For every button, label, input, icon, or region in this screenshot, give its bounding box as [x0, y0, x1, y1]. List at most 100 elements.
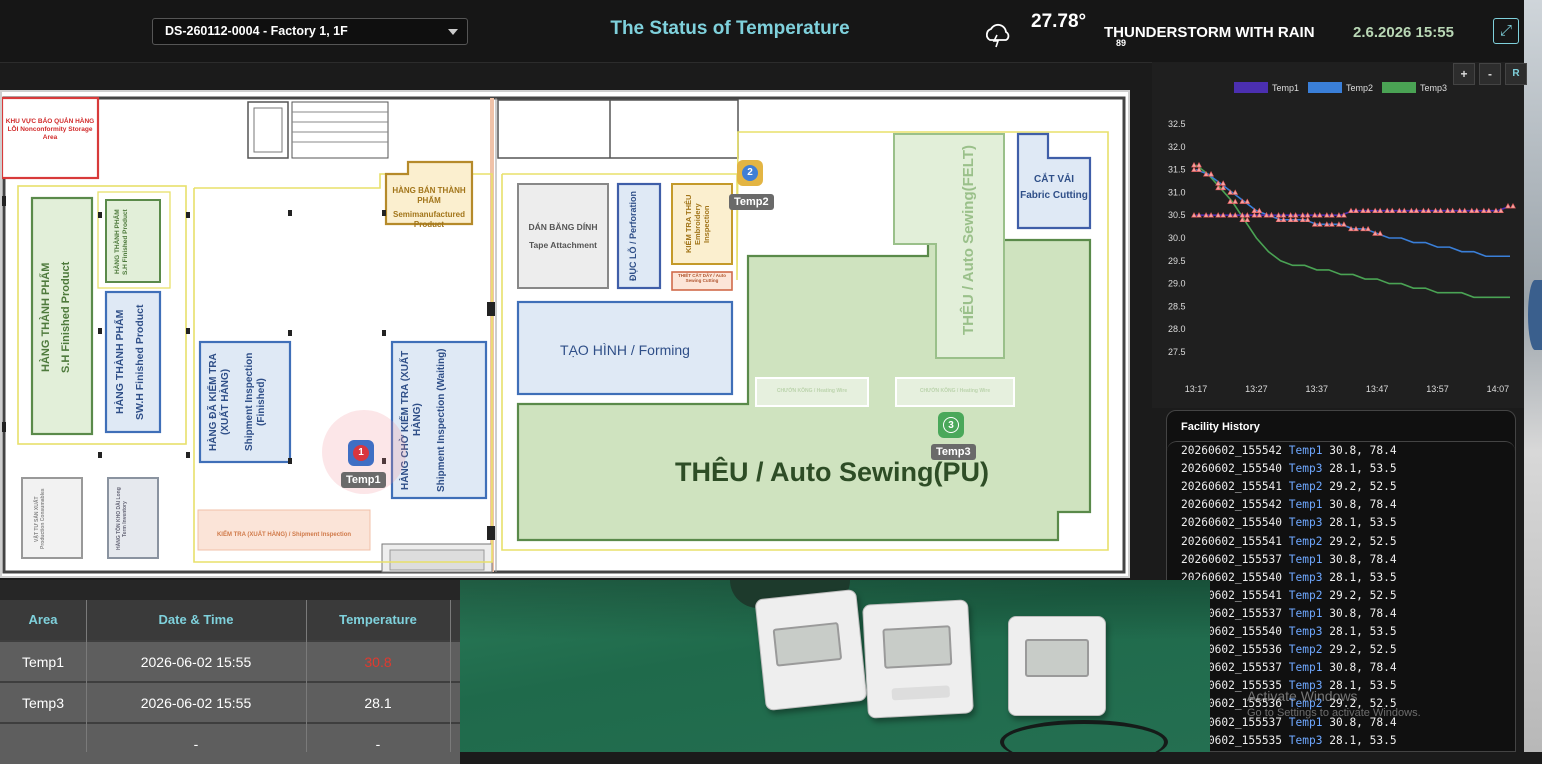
- area-sh-finished-small: HÀNG THÀNH PHẨM S.H Finished Product: [114, 204, 154, 280]
- area-finished-left-vi: HÀNG THÀNH PHẨM: [40, 202, 60, 432]
- temp3-marker-number: 3: [943, 417, 959, 433]
- temp2-marker-label: Temp2: [729, 194, 774, 210]
- area-fabric-en: Fabric Cutting: [1018, 190, 1090, 202]
- data-point-temp3: [1192, 163, 1197, 167]
- y-tick-label: 30.5: [1168, 210, 1186, 220]
- area-waiting-en: Shipment Inspection (Waiting): [436, 348, 472, 492]
- x-tick-label: 13:27: [1245, 384, 1268, 394]
- zoom-in-button[interactable]: +: [1453, 63, 1475, 85]
- area-tape-vi: DÁN BĂNG DÍNH: [520, 222, 606, 232]
- sensor-device-1: [754, 589, 867, 711]
- camera-video-feed[interactable]: [460, 580, 1210, 752]
- area-shipment-inspection: KIỂM TRA (XUẤT HÀNG) / Shipment Inspecti…: [198, 532, 370, 539]
- column-divider: [306, 600, 307, 752]
- zoom-out-button[interactable]: -: [1479, 63, 1501, 85]
- table-row[interactable]: --: [0, 722, 460, 764]
- area-fabric-vi: CẮT VẢI: [1018, 174, 1090, 186]
- history-row: 20260602_155537 Temp1 30.8, 78.4: [1181, 661, 1397, 674]
- legend-swatch-temp1: [1234, 82, 1268, 93]
- temp1-marker[interactable]: 1: [348, 440, 374, 466]
- column-header-datetime: Date & Time: [86, 600, 306, 640]
- history-row-sensor: Temp1: [1289, 444, 1323, 457]
- x-tick-label: 13:37: [1306, 384, 1329, 394]
- activate-windows-watermark: Activate Windows: [1247, 688, 1357, 704]
- history-row: 20260602_155540 Temp3 28.1, 53.5: [1181, 571, 1397, 584]
- y-tick-label: 28.0: [1168, 324, 1186, 334]
- legend-swatch-temp2: [1308, 82, 1342, 93]
- history-row: 20260602_155535 Temp3 28.1, 53.5: [1181, 734, 1397, 747]
- zoom-reset-button[interactable]: R: [1505, 63, 1527, 85]
- temp3-marker[interactable]: 3: [938, 412, 964, 438]
- x-tick-label: 14:07: [1487, 384, 1510, 394]
- history-row-sensor: Temp3: [1289, 462, 1323, 475]
- y-tick-label: 31.5: [1168, 165, 1186, 175]
- area-embroidery: KIỂM TRA THÊU Embroidery Inspection: [684, 188, 720, 260]
- history-row: 20260602_155542 Temp1 30.8, 78.4: [1181, 444, 1397, 457]
- area-tape-en: Tape Attachment: [520, 240, 606, 250]
- y-tick-label: 27.5: [1168, 347, 1186, 357]
- data-point-temp3: [1233, 199, 1238, 203]
- area-sw-finished-vi: HÀNG THÀNH PHẨM: [114, 296, 134, 428]
- y-tick-label: 29.5: [1168, 256, 1186, 266]
- temp1-marker-number: 1: [353, 445, 369, 461]
- temp1-marker-label: Temp1: [341, 472, 386, 488]
- history-row-time: 20260602_155541: [1181, 480, 1282, 493]
- y-tick-label: 32.5: [1168, 119, 1186, 129]
- history-row-value: 28.1, 53.5: [1329, 625, 1396, 638]
- history-row-value: 28.1, 53.5: [1329, 516, 1396, 529]
- sensor-cable: [1000, 720, 1168, 752]
- x-tick-label: 13:57: [1426, 384, 1449, 394]
- table-row[interactable]: Temp32026-06-02 15:5528.1: [0, 681, 460, 723]
- data-point-temp2: [1245, 199, 1250, 203]
- legend-swatch-temp3: [1382, 82, 1416, 93]
- history-row: 20260602_155540 Temp3 28.1, 53.5: [1181, 462, 1397, 475]
- history-row-sensor: Temp1: [1289, 498, 1323, 511]
- table-cell-datetime: 2026-06-02 15:55: [86, 683, 306, 723]
- history-row-sensor: Temp2: [1289, 480, 1323, 493]
- legend-label-temp2: Temp2: [1346, 83, 1373, 93]
- column-divider: [450, 600, 451, 752]
- x-tick-label: 13:17: [1185, 384, 1208, 394]
- floor-plan: KHU VỰC BẢO QUẢN HÀNG LỖI Nonconformity …: [0, 90, 1130, 578]
- history-row-value: 30.8, 78.4: [1329, 498, 1396, 511]
- column-divider: [86, 600, 87, 752]
- temperature-table: Area Date & Time Temperature Temp12026-0…: [0, 580, 460, 752]
- y-tick-label: 30.0: [1168, 233, 1186, 243]
- y-tick-label: 32.0: [1168, 142, 1186, 152]
- area-forming: TẠO HÌNH / Forming: [518, 342, 732, 359]
- history-row-sensor: Temp1: [1289, 661, 1323, 674]
- table-cell-area: [0, 724, 86, 764]
- table-row[interactable]: Temp12026-06-02 15:5530.8: [0, 640, 460, 682]
- history-row-sensor: Temp3: [1289, 625, 1323, 638]
- temp3-marker-label: Temp3: [931, 444, 976, 460]
- history-row-time: 20260602_155540: [1181, 516, 1282, 529]
- area-felt: THÊU / Auto Sewing(FELT): [960, 136, 982, 344]
- x-tick-label: 13:47: [1366, 384, 1389, 394]
- area-semi-vi: HÀNG BÁN THÀNH PHẨM: [388, 186, 470, 205]
- history-row-sensor: Temp3: [1289, 516, 1323, 529]
- chevron-down-icon: [448, 29, 458, 35]
- device-select[interactable]: DS-260112-0004 - Factory 1, 1F: [152, 18, 468, 45]
- history-row-time: 20260602_155542: [1181, 498, 1282, 511]
- data-point-temp1: [1511, 204, 1516, 208]
- data-point-temp3: [1209, 172, 1214, 176]
- area-inspected-en: Shipment Inspection (Finished): [244, 346, 280, 458]
- device-select-value: DS-260112-0004 - Factory 1, 1F: [165, 24, 348, 38]
- column-header-area: Area: [0, 600, 86, 640]
- history-row: 20260602_155536 Temp2 29.2, 52.5: [1181, 643, 1397, 656]
- temperature-value: 27.78°: [1031, 11, 1086, 33]
- facility-history-list[interactable]: 20260602_155542 Temp1 30.8, 78.4 20260602…: [1167, 441, 1515, 752]
- activate-windows-subtext: Go to Settings to activate Windows.: [1247, 707, 1421, 719]
- area-nonconformity: KHU VỰC BẢO QUẢN HÀNG LỖI Nonconformity …: [4, 118, 96, 141]
- weather-humidity: 89: [1116, 38, 1126, 48]
- temperature-line-chart: Temp1Temp2Temp332.532.031.531.030.530.02…: [1152, 62, 1524, 408]
- temp2-marker-number: 2: [742, 165, 758, 181]
- area-long-term-inventory: HÀNG TỒN KHO DÀI Long Term Inventory: [116, 484, 150, 554]
- history-row-sensor: Temp2: [1289, 589, 1323, 602]
- history-row-value: 30.8, 78.4: [1329, 553, 1396, 566]
- temp2-marker[interactable]: 2: [737, 160, 763, 186]
- data-point-temp2: [1221, 181, 1226, 185]
- history-row: 20260602_155540 Temp3 28.1, 53.5: [1181, 625, 1397, 638]
- history-row-time: 20260602_155541: [1181, 535, 1282, 548]
- expand-button[interactable]: ⤢: [1493, 18, 1519, 44]
